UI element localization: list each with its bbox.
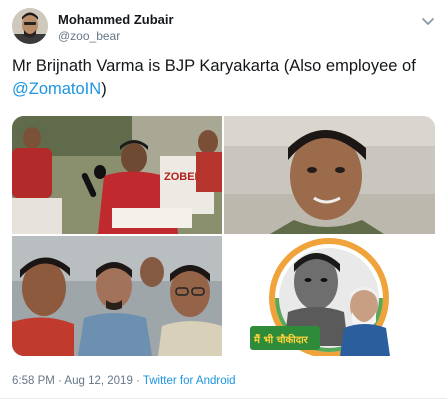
tweet-text: Mr Brijnath Varma is BJP Karyakarta (Als… bbox=[12, 55, 436, 101]
photo-4[interactable]: मैं भी चौकीदार bbox=[224, 236, 435, 356]
author-name[interactable]: Mohammed Zubair bbox=[58, 12, 174, 27]
avatar-image bbox=[12, 8, 48, 44]
tweet-text-end: ) bbox=[101, 80, 107, 98]
divider bbox=[0, 398, 447, 399]
tweet-text-body: Mr Brijnath Varma is BJP Karyakarta (Als… bbox=[12, 57, 416, 75]
photo-1[interactable]: ZOBEER bbox=[12, 116, 222, 234]
mention-link[interactable]: @ZomatoIN bbox=[12, 80, 101, 98]
photo-3[interactable] bbox=[12, 236, 222, 356]
photo-2[interactable] bbox=[224, 116, 435, 234]
timestamp[interactable]: 6:58 PM · Aug 12, 2019 bbox=[12, 375, 133, 387]
avatar[interactable] bbox=[12, 8, 48, 44]
client-link[interactable]: Twitter for Android bbox=[143, 375, 236, 387]
tweet-card: Mohammed Zubair @zoo_bear Mr Brijnath Va… bbox=[0, 0, 447, 400]
chowkidar-logo-text: मैं भी चौकीदार bbox=[253, 333, 309, 346]
tweet-meta: 6:58 PM · Aug 12, 2019 · Twitter for And… bbox=[12, 375, 236, 387]
chevron-down-icon[interactable] bbox=[419, 12, 437, 30]
meta-separator: · bbox=[132, 375, 143, 387]
author-handle[interactable]: @zoo_bear bbox=[58, 29, 120, 43]
photo-grid: ZOBEER मैं भी चौकीदार bbox=[12, 116, 435, 356]
